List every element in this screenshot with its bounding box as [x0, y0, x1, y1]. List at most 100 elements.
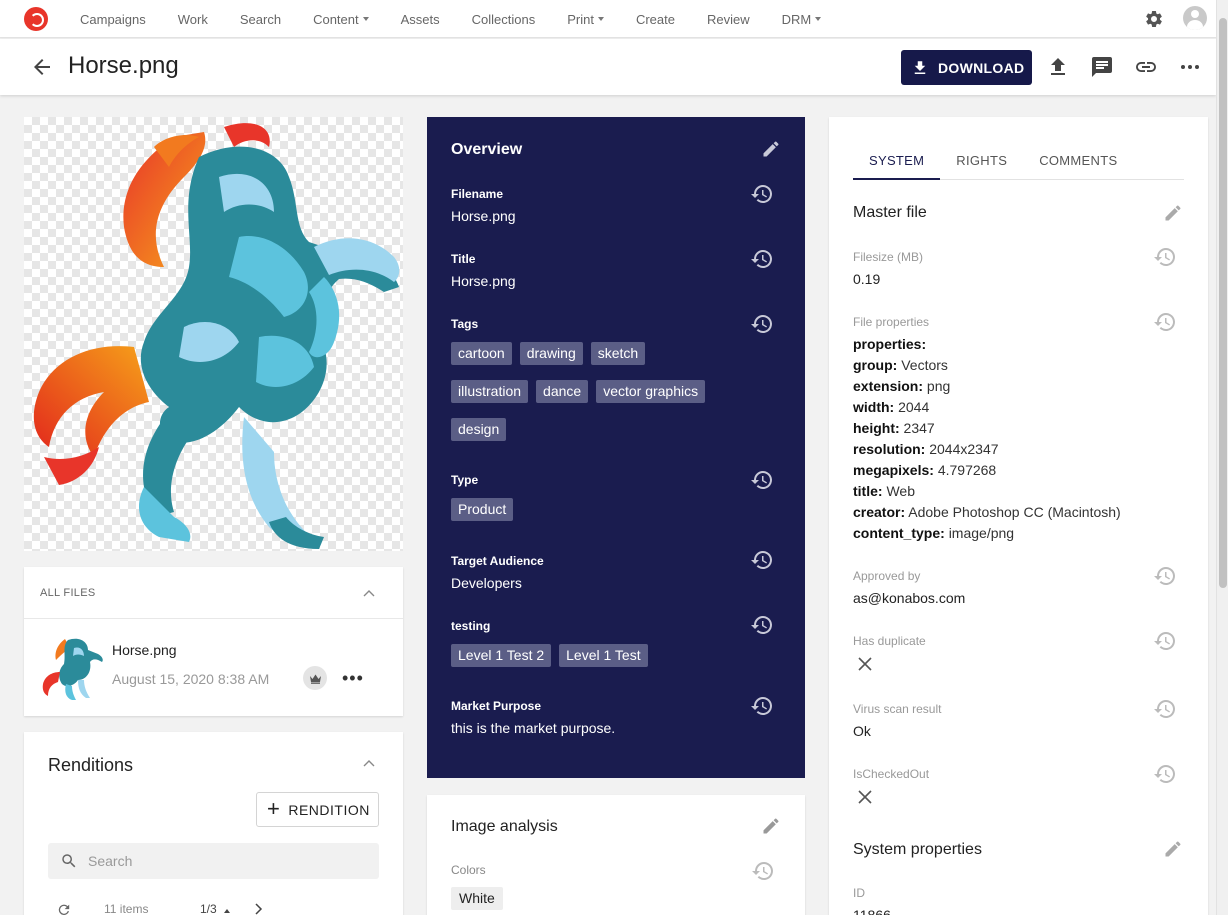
approved-by-label: Approved by [853, 569, 921, 583]
tag-chip[interactable]: cartoon [451, 342, 512, 365]
history-icon[interactable] [751, 859, 775, 883]
tab-comments[interactable]: COMMENTS [1023, 140, 1133, 180]
nav-item-campaigns[interactable]: Campaigns [64, 12, 162, 27]
property-row: width: 2044 [853, 399, 930, 415]
download-icon [914, 60, 926, 74]
link-icon[interactable] [1134, 55, 1158, 79]
market-purpose-value: this is the market purpose. [451, 720, 616, 736]
nav-item-work[interactable]: Work [162, 12, 224, 27]
approved-by-value: as@konabos.com [853, 590, 966, 606]
nav-item-content[interactable]: Content [297, 12, 385, 27]
nav-item-create[interactable]: Create [620, 12, 691, 27]
master-file-crown-icon[interactable] [303, 666, 327, 690]
history-icon[interactable] [750, 182, 774, 206]
nav-item-collections[interactable]: Collections [456, 12, 552, 27]
comment-icon[interactable] [1090, 55, 1114, 79]
page-scrollbar[interactable] [1216, 0, 1228, 915]
tag-chip[interactable]: vector graphics [596, 380, 706, 403]
tags-label: Tags [451, 317, 479, 331]
more-icon[interactable] [1178, 55, 1202, 79]
tag-chip[interactable]: design [451, 418, 507, 441]
renditions-page[interactable]: 1/3 [200, 902, 231, 915]
history-icon[interactable] [750, 312, 774, 336]
upload-icon[interactable] [1046, 55, 1070, 79]
caret-down-icon [362, 17, 369, 21]
is-checked-out-label: IsCheckedOut [853, 767, 930, 781]
nav-item-search[interactable]: Search [224, 12, 297, 27]
property-row: creator: Adobe Photoshop CC (Macintosh) [853, 504, 1121, 520]
app-logo-icon[interactable] [24, 7, 48, 31]
file-name[interactable]: Horse.png [112, 642, 177, 658]
system-properties-title: System properties [853, 841, 982, 858]
nav-label: Campaigns [80, 11, 146, 27]
nav-label: Create [635, 11, 675, 27]
id-label: ID [853, 886, 865, 900]
back-arrow-icon[interactable] [30, 55, 54, 79]
history-icon[interactable] [750, 694, 774, 718]
caret-down-icon [597, 17, 604, 21]
history-icon[interactable] [1153, 697, 1177, 721]
property-row: height: 2347 [853, 420, 935, 436]
renditions-count: 11 items [104, 902, 149, 915]
chevron-up-icon[interactable] [363, 758, 375, 770]
add-rendition-label: RENDITION [288, 801, 370, 818]
file-thumbnail[interactable] [40, 634, 104, 702]
edit-pencil-icon[interactable] [761, 816, 781, 836]
edit-pencil-icon[interactable] [1163, 203, 1183, 223]
tags-row: design [451, 418, 507, 441]
tag-chip[interactable]: drawing [519, 342, 583, 365]
renditions-search-input[interactable] [88, 853, 348, 869]
file-properties-list: properties: group: Vectors extension: pn… [853, 334, 1121, 544]
color-chip[interactable]: White [451, 887, 503, 910]
chevron-right-icon[interactable] [253, 903, 263, 915]
nav-item-print[interactable]: Print [551, 12, 620, 27]
target-audience-label: Target Audience [451, 554, 544, 568]
caret-down-icon [815, 17, 822, 21]
history-icon[interactable] [1153, 629, 1177, 653]
scrollbar-thumb[interactable] [1219, 18, 1227, 588]
history-icon[interactable] [1153, 245, 1177, 269]
asset-preview[interactable] [24, 117, 403, 551]
nav-item-drm[interactable]: DRM [766, 12, 838, 27]
file-properties-label: File properties [853, 315, 930, 329]
history-icon[interactable] [1153, 762, 1177, 786]
file-more-icon[interactable]: ••• [342, 668, 364, 689]
edit-pencil-icon[interactable] [1163, 839, 1183, 859]
tag-chip[interactable]: dance [536, 380, 589, 403]
testing-chip[interactable]: Level 1 Test 2 [451, 644, 552, 667]
download-button[interactable]: DOWNLOAD [901, 50, 1032, 85]
nav-label: Content [313, 11, 359, 27]
renditions-page-label: 1/3 [200, 902, 217, 915]
testing-label: testing [451, 619, 491, 633]
search-icon [62, 854, 76, 868]
overview-title: Overview [451, 141, 523, 158]
settings-gear-icon[interactable] [1144, 9, 1164, 29]
property-row: extension: png [853, 378, 951, 394]
add-rendition-button[interactable]: + RENDITION [256, 792, 379, 827]
all-files-header[interactable]: ALL FILES [24, 567, 403, 619]
type-label: Type [451, 473, 479, 487]
testing-chip[interactable]: Level 1 Test [559, 644, 648, 667]
user-avatar-icon[interactable] [1183, 6, 1207, 30]
history-icon[interactable] [1153, 310, 1177, 334]
tag-chip[interactable]: sketch [590, 342, 646, 365]
history-icon[interactable] [750, 548, 774, 572]
tags-row: cartoon drawing sketch [451, 342, 646, 365]
history-icon[interactable] [750, 247, 774, 271]
history-icon[interactable] [1153, 564, 1177, 588]
market-purpose-label: Market Purpose [451, 699, 542, 713]
tag-chip[interactable]: illustration [451, 380, 529, 403]
nav-label: Assets [400, 11, 440, 27]
history-icon[interactable] [750, 468, 774, 492]
nav-item-assets[interactable]: Assets [385, 12, 456, 27]
tab-rights[interactable]: RIGHTS [940, 140, 1023, 180]
refresh-icon[interactable] [56, 902, 72, 915]
edit-pencil-icon[interactable] [761, 139, 781, 159]
chevron-up-icon[interactable] [363, 588, 375, 600]
history-icon[interactable] [750, 613, 774, 637]
type-chip[interactable]: Product [451, 498, 514, 521]
file-date: August 15, 2020 8:38 AM [112, 671, 270, 687]
tab-system[interactable]: SYSTEM [853, 140, 941, 180]
details-tabs: SYSTEM RIGHTS COMMENTS [853, 140, 1184, 180]
nav-item-review[interactable]: Review [691, 12, 766, 27]
